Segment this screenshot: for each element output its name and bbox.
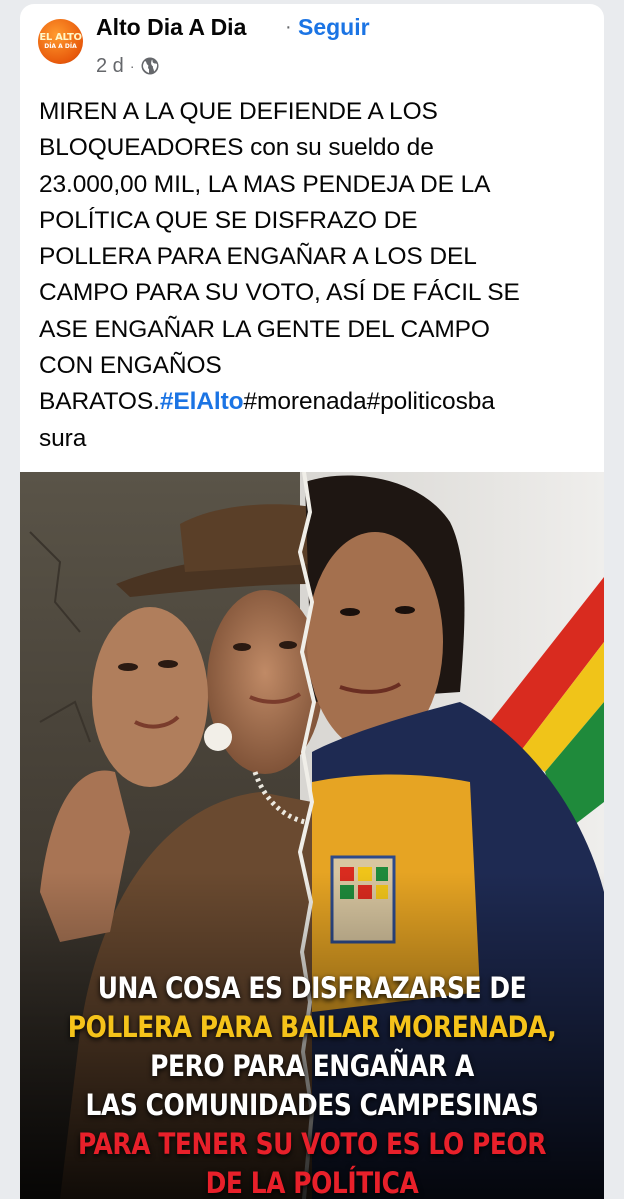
avatar[interactable]: EL ALTO DÍA A DÍA bbox=[38, 19, 83, 64]
post-text: MIREN A LA QUE DEFIENDE A LOS BLOQUEADOR… bbox=[39, 94, 599, 457]
post-time[interactable]: 2 d bbox=[96, 55, 124, 78]
caption-line-1b: DE bbox=[489, 971, 527, 1005]
caption-line-6: DE LA POLÍTICA bbox=[205, 1166, 419, 1199]
hashtag-politicosbasura[interactable]: #politicosba bbox=[367, 388, 495, 415]
post-meta: 2 d · bbox=[96, 54, 160, 78]
post-image[interactable]: UNA COSA ES DISFRAZARSE DE POLLERA PARA … bbox=[20, 472, 604, 1199]
avatar-text-top: EL ALTO bbox=[39, 31, 82, 43]
caption-line-3: PERO PARA ENGAÑAR A bbox=[150, 1049, 474, 1083]
post-card: EL ALTO DÍA A DÍA Alto Dia A Dia · Segui… bbox=[20, 4, 604, 1199]
caption-line-2: POLLERA PARA BAILAR MORENADA, bbox=[67, 1010, 557, 1044]
separator-dot: · bbox=[285, 16, 292, 38]
page-name[interactable]: Alto Dia A Dia bbox=[96, 14, 246, 41]
post-header: EL ALTO DÍA A DÍA Alto Dia A Dia · Segui… bbox=[20, 4, 604, 90]
avatar-text-bottom: DÍA A DÍA bbox=[44, 42, 77, 50]
hashtag-elalto[interactable]: #ElAlto bbox=[160, 388, 244, 415]
caption-line-1: UNA COSA ES DISFRAZARSE DE bbox=[61, 969, 563, 1008]
caption-line-5: PARA TENER SU VOTO ES LO PEOR bbox=[77, 1127, 547, 1161]
image-caption: UNA COSA ES DISFRAZARSE DE POLLERA PARA … bbox=[20, 969, 604, 1199]
caption-line-1a: UNA COSA ES DISFRAZARSE bbox=[97, 971, 490, 1005]
meta-separator: · bbox=[129, 58, 135, 74]
caption-line-4: LAS COMUNIDADES CAMPESINAS bbox=[85, 1088, 539, 1122]
hashtag-morenada[interactable]: #morenada bbox=[244, 388, 367, 415]
follow-button[interactable]: Seguir bbox=[298, 14, 370, 41]
globe-icon[interactable] bbox=[140, 56, 160, 76]
hashtag-politicosbasura-cont[interactable]: sura bbox=[39, 425, 86, 452]
post-body: MIREN A LA QUE DEFIENDE A LOS BLOQUEADOR… bbox=[39, 98, 520, 416]
